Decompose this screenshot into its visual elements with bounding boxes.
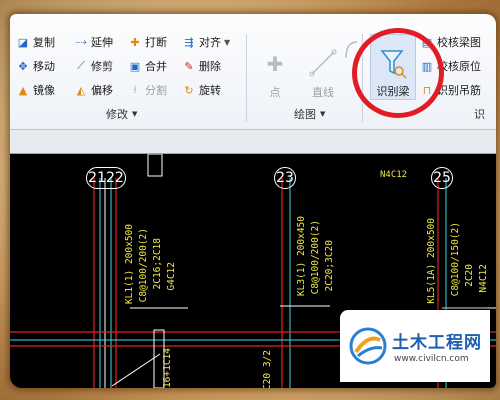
extend-icon: ⤍ (75, 35, 87, 48)
axis-label: 23 (274, 167, 296, 189)
beam-annotation: KL1(1) 200x500 (124, 224, 135, 305)
watermark: 土木工程网 www.civilcn.com (340, 310, 490, 382)
split-icon: ⟊ (133, 83, 137, 96)
move-icon: ✥ (18, 59, 28, 73)
copy-icon: ◪ (17, 35, 29, 49)
draw-group-label[interactable]: 绘图 ▼ (294, 106, 325, 122)
align-icon: ⇶ (184, 35, 194, 49)
align-button[interactable]: ⇶ 对齐 ▼ (182, 32, 230, 52)
delete-icon: ✎ (184, 59, 194, 73)
beam-annotation: 2C16;2C18 (152, 238, 163, 290)
beam-annotation: C8@100/150(2) (450, 222, 461, 297)
move-button[interactable]: ✥ 移动 (16, 56, 55, 76)
break-button[interactable]: ✚ 打断 (128, 32, 167, 52)
line-button[interactable]: 直线 (300, 34, 346, 100)
axis-label: 25 (431, 167, 453, 189)
beam-annotation: 2C20 (464, 264, 475, 287)
watermark-brand: 土木工程网 (392, 333, 482, 353)
group-separator (246, 34, 247, 122)
point-icon: ✚ (266, 52, 284, 76)
mirror-button[interactable]: ▲ 镜像 (16, 80, 55, 100)
trim-icon: ⟋ (77, 59, 85, 72)
cad-text: N4C12 (380, 170, 408, 180)
highlight-circle (352, 28, 444, 118)
modify-group-label[interactable]: 修改 ▼ (106, 106, 137, 122)
merge-icon: ▣ (129, 59, 141, 73)
ribbon-footer (10, 130, 496, 154)
beam-annotation: 5C20 3/2 (262, 350, 273, 388)
axis-label: 21 22 (86, 167, 126, 189)
rotate-button[interactable]: ↻ 旋转 (182, 80, 221, 100)
ribbon: ◪ 复制 ⤍ 延伸 ✚ 打断 ⇶ 对齐 ▼ ✥ 移动 ⟋ 修剪 ▣ 合并 ✎ 删… (10, 14, 496, 130)
civilcn-logo-icon (349, 327, 387, 365)
delete-button[interactable]: ✎ 删除 (182, 56, 221, 76)
chevron-down-icon: ▼ (132, 110, 138, 118)
mirror-icon: ▲ (18, 83, 28, 97)
offset-icon: ◭ (76, 83, 86, 97)
point-button[interactable]: ✚ 点 (252, 34, 298, 100)
split-button[interactable]: ⟊ 分割 (128, 80, 167, 100)
beam-annotation: G4C12 (166, 262, 177, 291)
beam-annotation: 2C20;3C20 (324, 240, 335, 292)
trim-button[interactable]: ⟋ 修剪 (74, 56, 113, 76)
rotate-icon: ↻ (184, 83, 194, 97)
beam-annotation: N4C12 (478, 264, 489, 293)
copy-button[interactable]: ◪ 复制 (16, 32, 55, 52)
beam-annotation: 2C16+1C14 (162, 348, 173, 388)
extend-button[interactable]: ⤍ 延伸 (74, 32, 113, 52)
offset-button[interactable]: ◭ 偏移 (74, 80, 113, 100)
beam-annotation: C8@100/200(2) (138, 228, 149, 303)
merge-button[interactable]: ▣ 合并 (128, 56, 167, 76)
break-icon: ✚ (130, 35, 140, 49)
recognize-group-label[interactable]: 识 (474, 106, 485, 122)
chevron-down-icon: ▼ (224, 37, 231, 47)
beam-annotation: KL5(1A) 200x500 (426, 218, 437, 304)
beam-annotation: C8@100/200(2) (310, 220, 321, 295)
chevron-down-icon: ▼ (320, 110, 326, 118)
watermark-url: www.civilcn.com (394, 354, 469, 364)
beam-annotation: KL3(1) 200x450 (296, 216, 307, 297)
line-icon (309, 49, 337, 77)
